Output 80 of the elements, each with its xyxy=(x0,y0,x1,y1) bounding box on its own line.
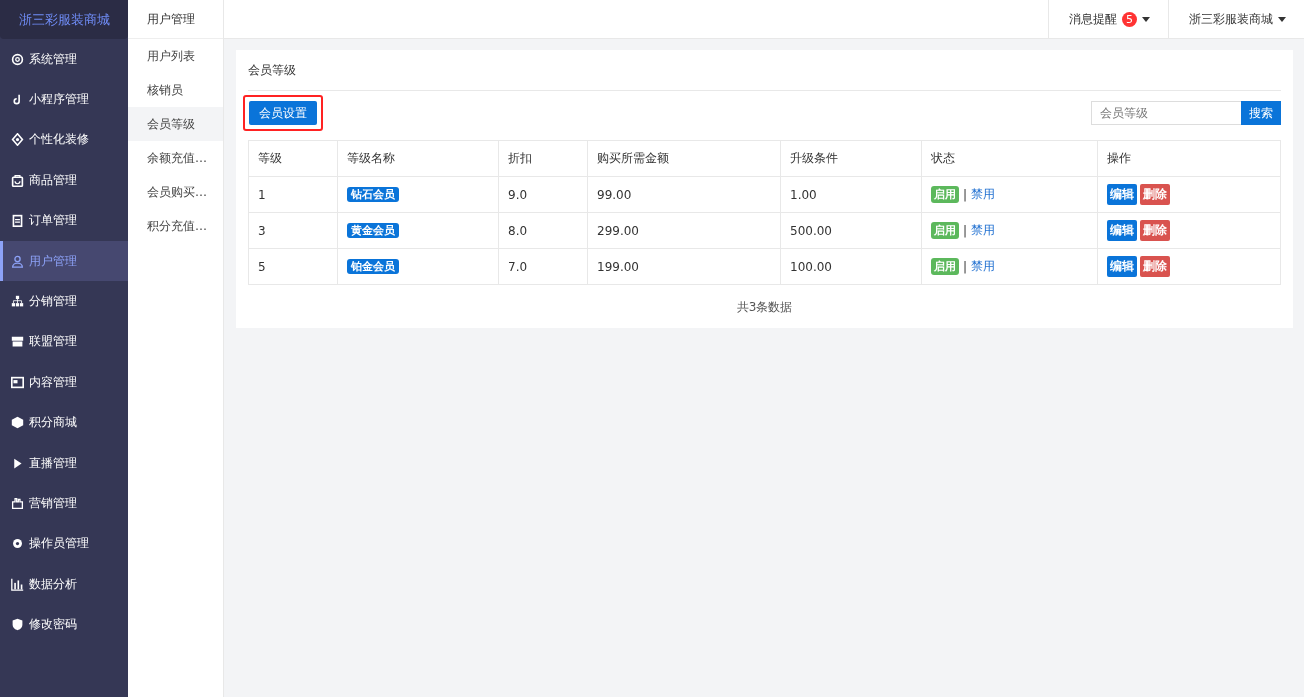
edit-button[interactable]: 编辑 xyxy=(1107,256,1137,277)
delete-button[interactable]: 删除 xyxy=(1140,220,1170,241)
enabled-badge: 启用 xyxy=(931,222,959,239)
submenu-title: 用户管理 xyxy=(128,0,223,39)
delete-button[interactable]: 删除 xyxy=(1140,256,1170,277)
table-cell: 500.00 xyxy=(780,212,922,249)
clipboard-icon xyxy=(11,214,24,228)
table-cell: 7.0 xyxy=(498,248,588,285)
column-header: 等级 xyxy=(248,140,338,177)
sidebar-item[interactable]: 个性化装修 xyxy=(0,119,128,161)
separator: | xyxy=(963,259,968,274)
column-header: 升级条件 xyxy=(780,140,922,177)
sidebar-item[interactable]: 直播管理 xyxy=(0,442,128,484)
column-header: 状态 xyxy=(921,140,1098,177)
level-name-tag: 钻石会员 xyxy=(347,187,399,202)
edit-button[interactable]: 编辑 xyxy=(1107,184,1137,205)
sidebar-item[interactable]: 操作员管理 xyxy=(0,523,128,565)
table-cell: 199.00 xyxy=(587,248,781,285)
delete-button[interactable]: 删除 xyxy=(1140,184,1170,205)
submenu-item[interactable]: 会员等级 xyxy=(128,107,223,141)
level-name-tag: 黄金会员 xyxy=(347,223,399,238)
column-header: 操作 xyxy=(1097,140,1281,177)
user-icon xyxy=(11,254,24,268)
disable-link[interactable]: 禁用 xyxy=(971,186,996,203)
record-count: 共3条数据 xyxy=(735,299,794,316)
notification-count: 5 xyxy=(1122,11,1137,27)
sidebar-item[interactable]: 修改密码 xyxy=(0,604,128,645)
play-icon xyxy=(11,456,24,470)
table-cell: 5 xyxy=(248,248,338,285)
table-cell: 9.0 xyxy=(498,176,588,213)
sidebar-item[interactable]: 数据分析 xyxy=(0,564,128,605)
enabled-badge: 启用 xyxy=(931,258,959,275)
sidebar-item[interactable]: 积分商城 xyxy=(0,402,128,443)
org-chart-icon xyxy=(11,295,24,309)
notifications-menu[interactable]: 消息提醒 5 xyxy=(1048,0,1168,38)
shield-icon xyxy=(11,618,24,632)
sidebar-item[interactable]: 用户管理 xyxy=(0,240,128,282)
sidebar-item[interactable]: 系统管理 xyxy=(0,39,128,80)
submenu-item[interactable]: 余额充值… xyxy=(128,141,223,175)
brand-title: 浙三彩服装商城 xyxy=(0,0,128,39)
table-cell: 1.00 xyxy=(780,176,922,213)
disable-link[interactable]: 禁用 xyxy=(971,222,996,239)
caret-icon xyxy=(1142,16,1150,22)
bar-chart-icon xyxy=(11,577,24,591)
separator: | xyxy=(963,223,968,238)
search-button[interactable]: 搜索 xyxy=(1241,101,1281,125)
submenu-item[interactable]: 核销员 xyxy=(128,73,223,107)
column-header: 折扣 xyxy=(498,140,588,177)
search-field[interactable]: 会员等级 xyxy=(1091,101,1241,125)
bag-icon xyxy=(11,173,24,187)
submenu-item[interactable]: 用户列表 xyxy=(128,39,223,73)
table-cell: 1 xyxy=(248,176,338,213)
edit-button[interactable]: 编辑 xyxy=(1107,220,1137,241)
separator: | xyxy=(963,187,968,202)
level-name-tag: 铂金会员 xyxy=(347,259,399,274)
table-cell: 299.00 xyxy=(587,212,781,249)
enabled-badge: 启用 xyxy=(931,186,959,203)
sidebar-item[interactable]: 订单管理 xyxy=(0,200,128,241)
sidebar-item[interactable]: 小程序管理 xyxy=(0,79,128,120)
account-menu[interactable]: 浙三彩服装商城 xyxy=(1168,0,1304,38)
column-header: 购买所需金额 xyxy=(587,140,781,177)
table-cell: 99.00 xyxy=(587,176,781,213)
disable-link[interactable]: 禁用 xyxy=(971,258,996,275)
panel-title: 会员等级 xyxy=(248,50,1281,91)
submenu-item[interactable]: 积分充值… xyxy=(128,209,223,243)
sidebar-item[interactable]: 联盟管理 xyxy=(0,321,128,363)
member-settings-button[interactable]: 会员设置 xyxy=(249,101,317,125)
table-cell: 100.00 xyxy=(780,248,922,285)
sidebar-item[interactable]: 内容管理 xyxy=(0,362,128,403)
column-header: 等级名称 xyxy=(337,140,499,177)
document-icon xyxy=(11,375,24,389)
sidebar-item[interactable]: 分销管理 xyxy=(0,281,128,322)
submenu-item[interactable]: 会员购买… xyxy=(128,175,223,209)
caret-icon xyxy=(1278,16,1286,22)
table-cell: 8.0 xyxy=(498,212,588,249)
sidebar-item[interactable]: 商品管理 xyxy=(0,160,128,201)
table-cell: 3 xyxy=(248,212,338,249)
store-icon xyxy=(11,335,24,349)
sidebar-item[interactable]: 营销管理 xyxy=(0,483,128,524)
diamond-icon xyxy=(11,133,24,147)
